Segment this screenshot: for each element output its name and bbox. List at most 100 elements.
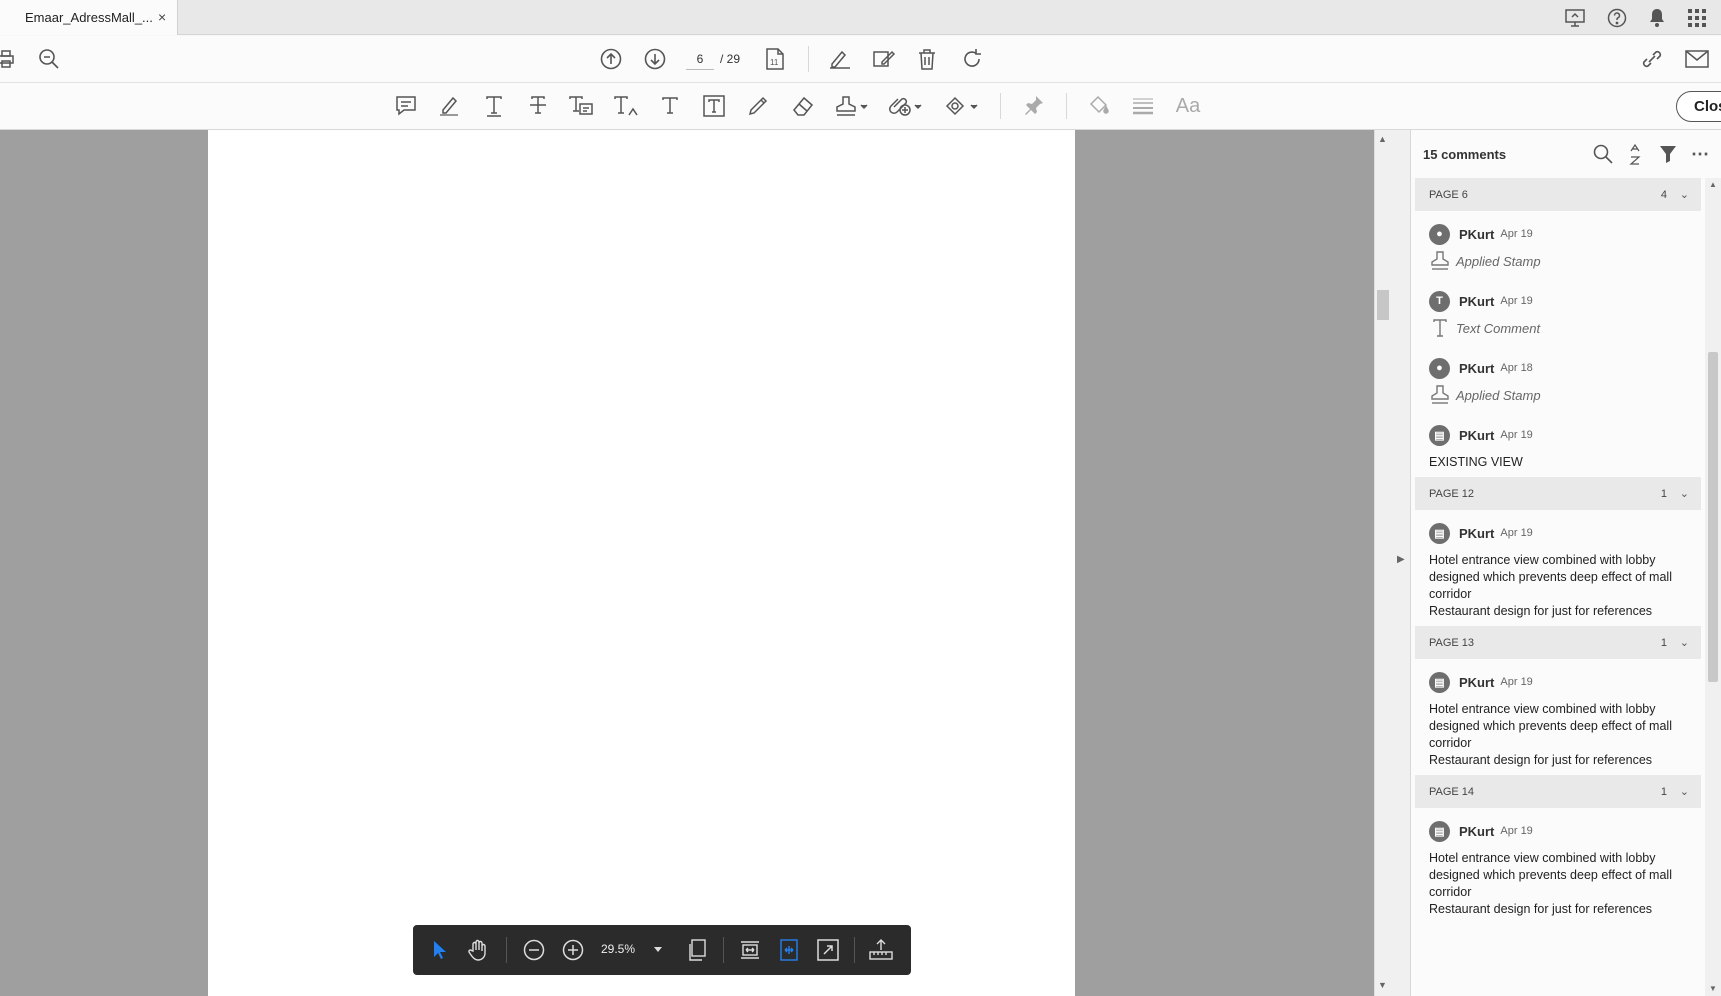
eraser-icon[interactable] bbox=[790, 94, 816, 118]
chevron-down-icon[interactable]: ⌄ bbox=[1680, 487, 1689, 500]
page-group-header[interactable]: PAGE 6 4 ⌄ bbox=[1415, 178, 1701, 211]
zoom-out-icon[interactable] bbox=[520, 935, 548, 965]
document-viewer[interactable] bbox=[0, 130, 1374, 996]
comment-type: Text Comment bbox=[1429, 317, 1687, 339]
zoom-in-icon[interactable] bbox=[559, 935, 587, 965]
replace-text-icon[interactable] bbox=[568, 94, 594, 118]
collapse-panel-icon[interactable]: ▶ bbox=[1397, 554, 1405, 565]
zoom-search-icon[interactable] bbox=[36, 46, 62, 72]
chevron-down-icon[interactable]: ⌄ bbox=[1680, 188, 1689, 201]
share-screen-icon[interactable] bbox=[1564, 7, 1586, 29]
chevron-down-icon[interactable]: ⌄ bbox=[1680, 785, 1689, 798]
avatar: ▤ bbox=[1429, 522, 1450, 544]
chevron-down-icon[interactable]: ⌄ bbox=[1680, 636, 1689, 649]
scroll-down-arrow-icon[interactable]: ▼ bbox=[1709, 984, 1717, 993]
viewer-scrollbar-thumb[interactable] bbox=[1377, 290, 1389, 320]
comment-item[interactable]: ▤ PKurt Apr 19 EXISTING VIEW bbox=[1415, 412, 1701, 477]
pencil-icon[interactable] bbox=[746, 94, 770, 118]
insert-text-icon[interactable] bbox=[613, 94, 639, 118]
comment-item[interactable]: ● PKurt Apr 19 Applied Stamp bbox=[1415, 211, 1701, 278]
text-icon[interactable] bbox=[658, 94, 682, 118]
comments-scrollbar-thumb[interactable] bbox=[1708, 352, 1718, 682]
page-group-count: 1 bbox=[1660, 636, 1667, 649]
pin-icon[interactable] bbox=[1022, 94, 1046, 118]
viewer-scrollbar[interactable]: ▲ ▼ bbox=[1374, 130, 1391, 996]
page-group-header[interactable]: PAGE 13 1 ⌄ bbox=[1415, 626, 1701, 659]
tab-bar: Emaar_AdressMall_... × bbox=[0, 0, 1721, 35]
notifications-bell-icon[interactable] bbox=[1645, 6, 1669, 30]
apps-grid-icon[interactable] bbox=[1685, 6, 1709, 30]
zoom-dropdown-icon[interactable] bbox=[649, 935, 667, 965]
shapes-icon[interactable] bbox=[944, 94, 980, 118]
comment-type: Applied Stamp bbox=[1429, 250, 1687, 272]
fit-width-icon[interactable] bbox=[736, 935, 764, 965]
comments-scrollbar[interactable]: ▲ ▼ bbox=[1705, 178, 1721, 996]
fullscreen-icon[interactable] bbox=[814, 935, 842, 965]
page-group-header[interactable]: PAGE 14 1 ⌄ bbox=[1415, 775, 1701, 808]
filter-icon[interactable] bbox=[1657, 143, 1679, 165]
stamp-icon[interactable] bbox=[834, 94, 870, 118]
share-link-icon[interactable] bbox=[1638, 47, 1666, 71]
close-tab-icon[interactable]: × bbox=[158, 9, 166, 25]
toolbar-separator bbox=[1000, 93, 1001, 119]
highlight-icon[interactable] bbox=[437, 94, 461, 118]
single-page-icon[interactable] bbox=[683, 935, 711, 965]
comment-item[interactable]: ▤ PKurt Apr 19 Hotel entrance view combined… bbox=[1415, 659, 1701, 775]
avatar: ▤ bbox=[1429, 820, 1450, 842]
panel-collapse-strip[interactable]: ▶ bbox=[1391, 130, 1411, 996]
sort-icon[interactable] bbox=[1626, 143, 1644, 165]
comments-panel: 15 comments ⋯ PAGE 6 4 ⌄ ● PKurt Apr 19 Applie… bbox=[1411, 130, 1721, 996]
document-tab[interactable]: Emaar_AdressMall_... × bbox=[0, 0, 178, 35]
scroll-up-arrow-icon[interactable]: ▲ bbox=[1709, 180, 1717, 189]
svg-text:11: 11 bbox=[770, 58, 779, 67]
hand-icon[interactable] bbox=[464, 935, 492, 965]
edit-pdf-icon[interactable] bbox=[871, 47, 897, 71]
print-icon[interactable] bbox=[0, 48, 16, 70]
scroll-up-arrow-icon[interactable]: ▲ bbox=[1378, 134, 1387, 144]
email-icon[interactable] bbox=[1683, 47, 1711, 71]
pdf-page[interactable] bbox=[208, 130, 1075, 996]
attach-icon[interactable] bbox=[888, 94, 924, 118]
comment-date: Apr 19 bbox=[1500, 429, 1533, 441]
rotate-icon[interactable] bbox=[960, 47, 984, 71]
comment-text: Hotel entrance view combined with lobby … bbox=[1429, 851, 1672, 916]
fill-icon[interactable] bbox=[1086, 94, 1112, 118]
text-icon[interactable] bbox=[482, 94, 506, 118]
zoom-level[interactable]: 29.5% bbox=[601, 942, 635, 956]
comment-text: EXISTING VIEW bbox=[1429, 455, 1523, 469]
page-layout-icon[interactable]: 11 bbox=[764, 47, 786, 71]
stamp-icon bbox=[1429, 385, 1450, 405]
comment-item[interactable]: ● PKurt Apr 18 Applied Stamp bbox=[1415, 345, 1701, 412]
comment-icon[interactable] bbox=[394, 94, 418, 118]
comment-item[interactable]: ▤ PKurt Apr 19 Hotel entrance view combined… bbox=[1415, 510, 1701, 626]
delete-icon[interactable] bbox=[916, 47, 938, 71]
text-box-icon[interactable] bbox=[702, 94, 726, 118]
document-tab-title: Emaar_AdressMall_... bbox=[25, 10, 153, 25]
close-button[interactable]: Clos bbox=[1676, 91, 1721, 122]
font-icon[interactable]: Aa bbox=[1174, 94, 1202, 118]
page-up-icon[interactable] bbox=[599, 47, 623, 71]
more-options-icon[interactable]: ⋯ bbox=[1689, 143, 1711, 165]
sign-icon[interactable] bbox=[827, 47, 853, 71]
search-icon[interactable] bbox=[1592, 143, 1614, 165]
comment-date: Apr 19 bbox=[1500, 825, 1533, 837]
comments-header: 15 comments ⋯ bbox=[1411, 130, 1721, 178]
page-number-input[interactable]: 6 bbox=[686, 48, 714, 70]
comment-date: Apr 19 bbox=[1500, 295, 1533, 307]
comment-header: ▤ PKurt Apr 19 bbox=[1429, 424, 1687, 446]
comment-toolbar: Aa Clos bbox=[0, 83, 1721, 130]
strikethrough-icon[interactable] bbox=[526, 94, 550, 118]
comment-item[interactable]: T PKurt Apr 19 Text Comment bbox=[1415, 278, 1701, 345]
comment-date: Apr 19 bbox=[1500, 228, 1533, 240]
page-total-label: / 29 bbox=[720, 52, 741, 66]
fit-page-icon[interactable] bbox=[775, 935, 803, 965]
page-group-header[interactable]: PAGE 12 1 ⌄ bbox=[1415, 477, 1701, 510]
help-icon[interactable] bbox=[1605, 6, 1629, 30]
select-cursor-icon[interactable] bbox=[426, 935, 454, 965]
export-icon[interactable] bbox=[867, 935, 895, 965]
line-weight-icon[interactable] bbox=[1130, 94, 1156, 118]
page-down-icon[interactable] bbox=[643, 47, 667, 71]
scroll-down-arrow-icon[interactable]: ▼ bbox=[1378, 980, 1387, 990]
comment-item[interactable]: ▤ PKurt Apr 19 Hotel entrance view combined… bbox=[1415, 808, 1701, 924]
comment-header: ● PKurt Apr 19 bbox=[1429, 223, 1687, 245]
